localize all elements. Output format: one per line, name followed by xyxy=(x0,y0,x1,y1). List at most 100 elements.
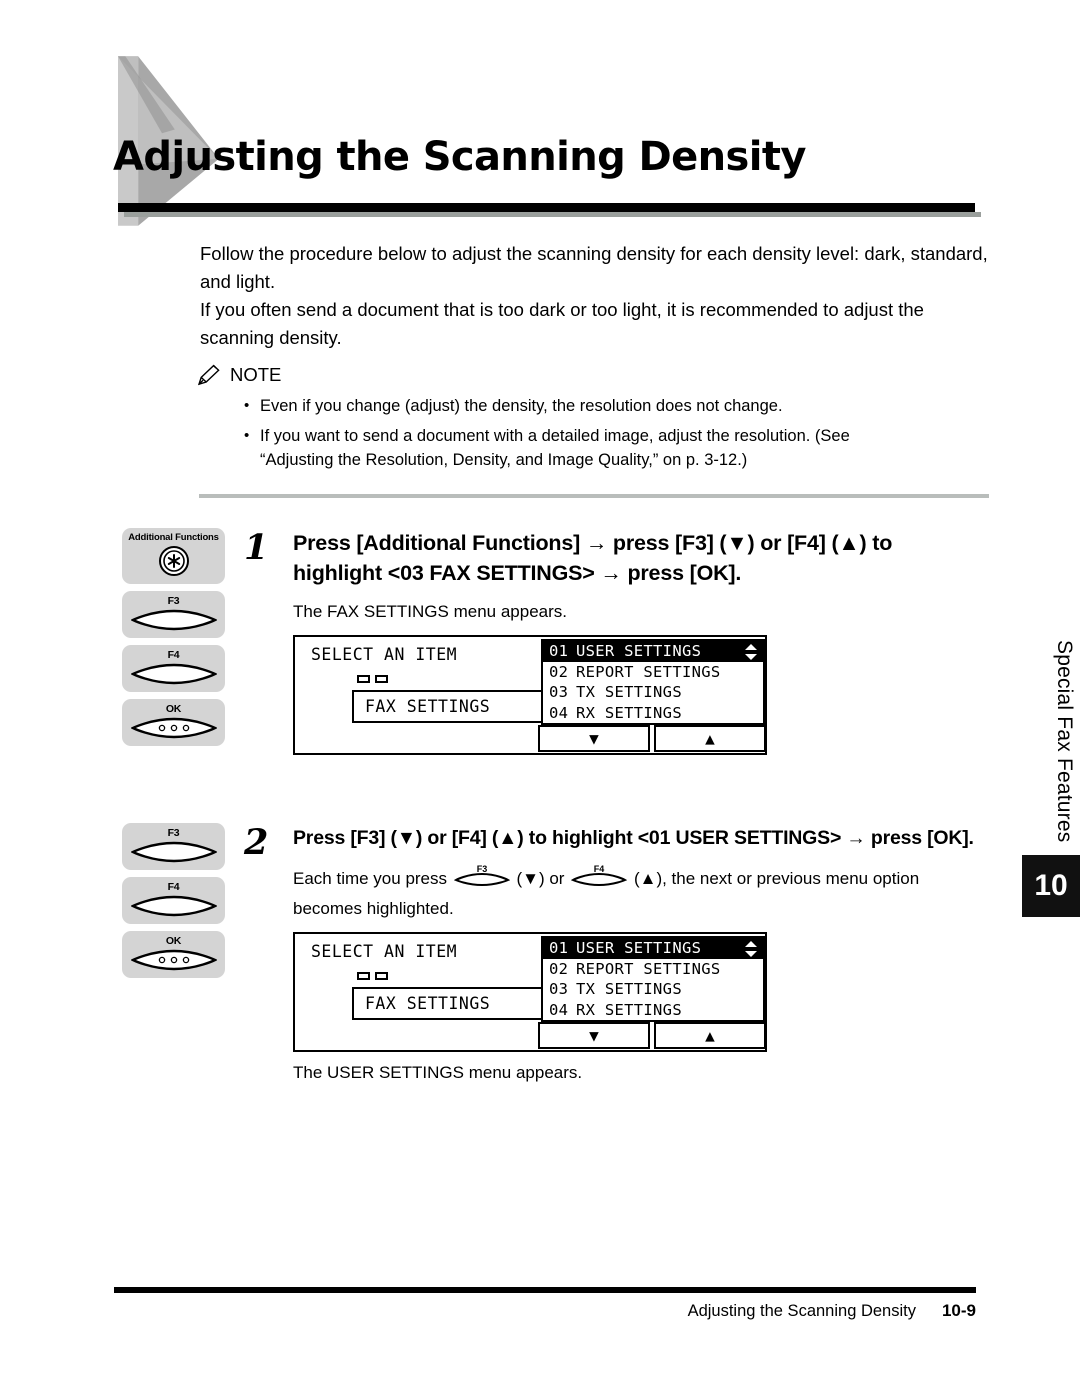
lcd-menu-item-number: 04 xyxy=(549,1000,569,1019)
lcd-softkey-down-glyph: ▼ xyxy=(589,1026,599,1045)
lcd-softkey-row: ▼ ▲ xyxy=(538,1022,766,1049)
lcd-title: SELECT AN ITEM xyxy=(311,645,458,664)
lcd-display-fax-settings: SELECT AN ITEM FAX SETTINGS 01 USER SETT… xyxy=(293,635,767,755)
lcd-menu-item-number: 01 xyxy=(549,939,569,958)
lcd-selected-text: FAX SETTINGS xyxy=(365,697,491,716)
lcd-menu-item-number: 02 xyxy=(549,959,569,978)
lcd-softkey-down[interactable]: ▼ xyxy=(538,725,650,752)
key-ok[interactable]: OK xyxy=(122,699,225,746)
lcd-menu-item[interactable]: 04 RX SETTINGS xyxy=(543,703,763,724)
tab-mark xyxy=(357,675,370,683)
lcd-menu-item[interactable]: 01 USER SETTINGS xyxy=(543,641,763,662)
key-f4[interactable]: F4 xyxy=(122,645,225,692)
note-item: If you want to send a document with a de… xyxy=(244,424,996,472)
key-f4[interactable]: F4 xyxy=(122,877,225,924)
tab-mark xyxy=(375,675,388,683)
chapter-tab: 10 xyxy=(1022,855,1080,917)
step-body: The FAX SETTINGS menu appears. xyxy=(293,602,568,621)
step2-result-text: The USER SETTINGS menu appears. xyxy=(293,1063,583,1082)
lcd-menu-item[interactable]: 03 TX SETTINGS xyxy=(543,979,763,1000)
lcd-menu-item-number: 03 xyxy=(549,683,569,702)
section-separator xyxy=(199,494,989,498)
inline-key-f3: F3 xyxy=(453,863,510,895)
key-label: F4 xyxy=(167,881,180,893)
oval-key-icon xyxy=(130,841,217,863)
svg-text:F4: F4 xyxy=(594,864,605,874)
lcd-menu-item-label: USER SETTINGS xyxy=(576,642,702,661)
lcd-menu-list[interactable]: 01 USER SETTINGS 02 REPORT SETTINGS 03 T… xyxy=(541,936,765,1022)
intro-paragraph-1: Follow the procedure below to adjust the… xyxy=(200,243,988,292)
asterisk-round-key-icon xyxy=(158,546,189,576)
lcd-tab-marks xyxy=(357,972,388,980)
note-block: NOTE Even if you change (adjust) the den… xyxy=(196,363,996,478)
oval-key-dots-icon xyxy=(130,717,217,739)
lcd-menu-item-number: 04 xyxy=(549,703,569,722)
lcd-menu-item[interactable]: 02 REPORT SETTINGS xyxy=(543,662,763,683)
manual-page: Adjusting the Scanning Density Follow th… xyxy=(0,0,1080,1388)
note-item-text: Even if you change (adjust) the density,… xyxy=(260,397,783,415)
step-2: 2 Press [F3] (▼) or [F4] (▲) to highligh… xyxy=(244,823,984,1085)
key-label: F3 xyxy=(167,827,180,839)
key-f3[interactable]: F3 xyxy=(122,591,225,638)
note-label: NOTE xyxy=(230,364,282,385)
tab-mark xyxy=(375,972,388,980)
note-header: NOTE xyxy=(196,363,996,387)
key-label: Additional Functions xyxy=(128,532,219,543)
oval-key-icon xyxy=(130,663,217,685)
intro-text: Follow the procedure below to adjust the… xyxy=(200,240,990,352)
key-label: OK xyxy=(165,935,182,947)
lcd-menu-item-label: RX SETTINGS xyxy=(576,1000,682,1019)
footer-title: Adjusting the Scanning Density xyxy=(687,1302,916,1320)
lcd-softkey-up-glyph: ▲ xyxy=(705,729,715,748)
lcd-tab-marks xyxy=(357,675,388,683)
step-number: 1 xyxy=(244,527,269,568)
lcd-title: SELECT AN ITEM xyxy=(311,942,458,961)
step-body-part2: (▼) or xyxy=(516,869,565,888)
header-rule xyxy=(118,203,975,212)
up-down-arrow-icon xyxy=(745,644,757,660)
tab-mark xyxy=(357,972,370,980)
footer-page-number: 10-9 xyxy=(941,1301,976,1320)
key-f3[interactable]: F3 xyxy=(122,823,225,870)
footer: Adjusting the Scanning Density 10-9 xyxy=(688,1301,976,1321)
page-header: Adjusting the Scanning Density xyxy=(0,0,1080,230)
step-body-part1: Each time you press xyxy=(293,869,448,888)
note-item: Even if you change (adjust) the density,… xyxy=(244,394,996,418)
oval-key-icon: F4 xyxy=(570,864,628,887)
lcd-softkey-up[interactable]: ▲ xyxy=(654,725,766,752)
key-ok[interactable]: OK xyxy=(122,931,225,978)
step-number: 2 xyxy=(244,822,269,863)
note-item-text-continued: “Adjusting the Resolution, Density, and … xyxy=(260,451,748,469)
lcd-menu-item-number: 03 xyxy=(549,980,569,999)
lcd-menu-item[interactable]: 02 REPORT SETTINGS xyxy=(543,959,763,980)
lcd-display-user-settings: SELECT AN ITEM FAX SETTINGS 01 USER SETT… xyxy=(293,932,767,1052)
lcd-softkey-down[interactable]: ▼ xyxy=(538,1022,650,1049)
oval-key-dots-icon xyxy=(130,949,217,971)
header-rule-shadow xyxy=(124,212,981,217)
step-heading: Press [F3] (▼) or [F4] (▲) to highlight … xyxy=(293,827,974,849)
note-list: Even if you change (adjust) the density,… xyxy=(244,394,996,472)
step-body: Each time you press F3 (▼) or F4 (▲), th… xyxy=(293,863,984,922)
lcd-softkey-up-glyph: ▲ xyxy=(705,1026,715,1045)
key-label: F4 xyxy=(167,649,180,661)
svg-text:F3: F3 xyxy=(476,864,487,874)
up-down-arrow-icon xyxy=(745,941,757,957)
lcd-menu-item-number: 01 xyxy=(549,642,569,661)
section-side-label: Special Fax Features xyxy=(1053,640,1076,843)
intro-paragraph-2: If you often send a document that is too… xyxy=(200,299,924,348)
lcd-softkey-up[interactable]: ▲ xyxy=(654,1022,766,1049)
lcd-menu-item-label: RX SETTINGS xyxy=(576,703,682,722)
note-item-text: If you want to send a document with a de… xyxy=(260,427,850,445)
lcd-menu-item[interactable]: 01 USER SETTINGS xyxy=(543,938,763,959)
step-1: 1 Press [Additional Functions] → press [… xyxy=(244,528,984,755)
lcd-menu-item[interactable]: 04 RX SETTINGS xyxy=(543,1000,763,1021)
lcd-menu-item[interactable]: 03 TX SETTINGS xyxy=(543,682,763,703)
lcd-menu-item-label: TX SETTINGS xyxy=(576,980,682,999)
lcd-menu-item-label: TX SETTINGS xyxy=(576,683,682,702)
lcd-menu-item-number: 02 xyxy=(549,662,569,681)
lcd-menu-list[interactable]: 01 USER SETTINGS 02 REPORT SETTINGS 03 T… xyxy=(541,639,765,725)
inline-key-f4: F4 xyxy=(570,863,628,895)
key-additional-functions[interactable]: Additional Functions xyxy=(122,528,225,584)
key-label: F3 xyxy=(167,595,180,607)
chapter-number: 10 xyxy=(1034,869,1068,902)
